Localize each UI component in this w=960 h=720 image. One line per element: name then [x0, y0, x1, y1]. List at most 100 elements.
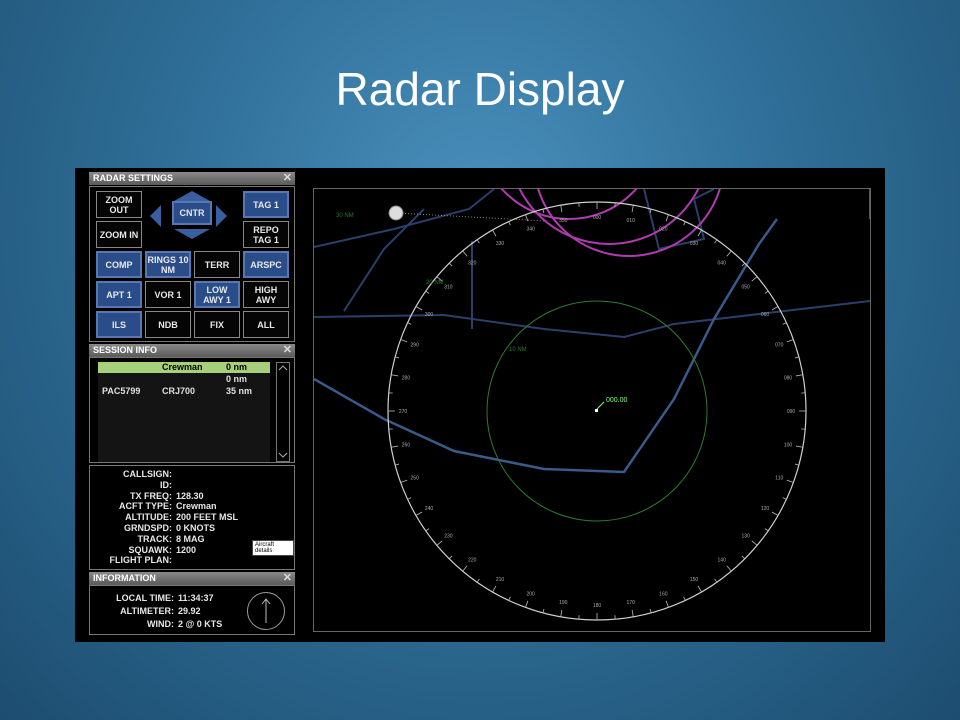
compass-tick — [751, 276, 758, 282]
compass-tick — [786, 339, 794, 343]
scroll-up-icon[interactable] — [278, 365, 288, 371]
detail-value: 8 MAG — [176, 533, 205, 544]
bearing-label: 240 — [425, 506, 434, 512]
bearing-label: 280 — [402, 375, 411, 381]
terrain-outline — [314, 218, 779, 474]
bearing-label: 190 — [559, 600, 568, 606]
list-item[interactable]: Crewman 0 nm — [98, 362, 270, 373]
compass-tick — [492, 585, 497, 593]
pan-down-arrow-icon[interactable] — [174, 229, 210, 239]
bearing-label: 340 — [526, 227, 535, 233]
bearing-label: 030 — [690, 241, 699, 247]
bearing-label: 330 — [496, 241, 505, 247]
close-icon[interactable]: ✕ — [283, 172, 292, 185]
comp-button[interactable]: COMP — [96, 251, 142, 278]
bearing-label: 180 — [593, 603, 602, 609]
low-airway-button[interactable]: LOW AWY 1 — [194, 281, 240, 308]
apt-1-button[interactable]: APT 1 — [96, 281, 142, 308]
bearing-label: 130 — [741, 534, 750, 540]
local-time-label: LOCAL TIME: — [116, 593, 174, 603]
bearing-label: 210 — [496, 577, 505, 583]
bearing-label: 100 — [784, 443, 793, 449]
aircraft-details-panel: CALLSIGN: ID: TX FREQ: 128.30 ACFT TYPE: Crew… — [89, 465, 295, 570]
information-header: INFORMATION ✕ — [89, 572, 295, 585]
compass-tick — [400, 339, 408, 343]
compass-tick — [665, 214, 669, 222]
compass-tick — [665, 600, 669, 608]
compass-tick — [726, 250, 732, 257]
aircraft-leader-line — [596, 401, 605, 410]
compass-tick — [726, 565, 732, 572]
detail-value: 128.30 — [176, 490, 204, 501]
fix-button[interactable]: FIX — [194, 311, 240, 338]
bearing-label: 020 — [659, 227, 668, 233]
compass-tick — [508, 221, 511, 226]
session-info-title: SESSION INFO — [93, 345, 158, 355]
all-button[interactable]: ALL — [243, 311, 289, 338]
wind-value: 2 @ 0 KTS — [178, 619, 223, 629]
zoom-in-button[interactable]: ZOOM IN — [96, 221, 142, 248]
compass-tick — [771, 306, 779, 311]
compass-tick — [560, 205, 563, 213]
bearing-label: 200 — [526, 591, 535, 597]
compass-tick — [697, 229, 702, 237]
wind-compass-icon — [247, 592, 285, 630]
information-panel: LOCAL TIME: 11:34:37 ALTIMETER: 29.92 WI… — [89, 585, 295, 635]
aircraft-icon[interactable] — [595, 409, 598, 412]
compass-tick — [714, 239, 718, 244]
bearing-label: 260 — [402, 443, 411, 449]
vor-1-button[interactable]: VOR 1 — [145, 281, 191, 308]
bearing-label: 350 — [559, 218, 568, 224]
compass-tick — [425, 290, 430, 294]
detail-value: Crewman — [176, 501, 217, 512]
inner-ring-label: 10 NM — [509, 347, 527, 353]
session-info-header: SESSION INFO ✕ — [89, 344, 295, 357]
compass-tick — [560, 609, 563, 617]
compass-tick — [714, 578, 718, 583]
radar-scope[interactable]: 000 010 020 030 040 050 060 070 080 090 100 110 120 1… — [313, 188, 871, 632]
slide-title: Radar Display — [335, 63, 625, 115]
session-scrollbar[interactable] — [276, 362, 290, 462]
repo-tag-1-button[interactable]: REPO TAG 1 — [243, 221, 289, 248]
altimeter-label: ALTIMETER: — [120, 606, 174, 616]
compass-tick — [391, 445, 399, 448]
zoom-out-button[interactable]: ZOOM OUT — [96, 191, 142, 218]
detail-label: CALLSIGN: — [123, 469, 172, 479]
row-distance: 35 nm — [226, 386, 253, 396]
close-icon[interactable]: ✕ — [283, 344, 292, 357]
arspc-button[interactable]: ARSPC — [243, 251, 289, 278]
compass-tick — [448, 262, 453, 267]
close-icon[interactable]: ✕ — [283, 572, 292, 585]
bearing-label: 090 — [787, 409, 796, 415]
tag-1-button[interactable]: TAG 1 — [243, 191, 289, 218]
pan-up-arrow-icon[interactable] — [174, 191, 210, 201]
bearing-label: 150 — [690, 577, 699, 583]
pan-right-arrow-icon[interactable] — [216, 205, 227, 227]
local-time-value: 11:34:37 — [178, 593, 214, 603]
compass-tick — [395, 463, 400, 466]
row-distance: 0 nm — [226, 374, 248, 384]
detail-value: 0 KNOTS — [176, 523, 216, 533]
ndb-button[interactable]: NDB — [145, 311, 191, 338]
fix-marker-icon[interactable] — [388, 205, 404, 221]
bearing-label: 220 — [468, 558, 477, 564]
range-label-mid: 20 NM — [426, 280, 444, 286]
compass-tick — [415, 511, 423, 516]
compass-tick — [741, 262, 746, 267]
bearing-label: 300 — [425, 312, 434, 318]
list-item[interactable]: 0 nm — [98, 374, 270, 385]
scroll-down-icon[interactable] — [278, 452, 288, 458]
bearing-label: 010 — [627, 218, 636, 224]
center-button[interactable]: CNTR — [172, 201, 212, 225]
compass-tick — [542, 209, 545, 214]
session-list: Crewman 0 nm 0 nm PAC5799 CRJ700 35 nm — [98, 362, 270, 462]
list-item[interactable]: PAC5799 CRJ700 35 nm — [98, 386, 270, 397]
terr-button[interactable]: TERR — [194, 251, 240, 278]
pan-left-arrow-icon[interactable] — [150, 205, 161, 227]
rings-button[interactable]: RINGS 10 NM — [145, 251, 191, 278]
ils-button[interactable]: ILS — [96, 311, 142, 338]
aircraft-tag[interactable]: 000.00 — [606, 397, 628, 404]
high-airway-button[interactable]: HIGH AWY — [243, 281, 289, 308]
compass-tick — [400, 479, 408, 483]
compass-tick — [407, 497, 412, 500]
